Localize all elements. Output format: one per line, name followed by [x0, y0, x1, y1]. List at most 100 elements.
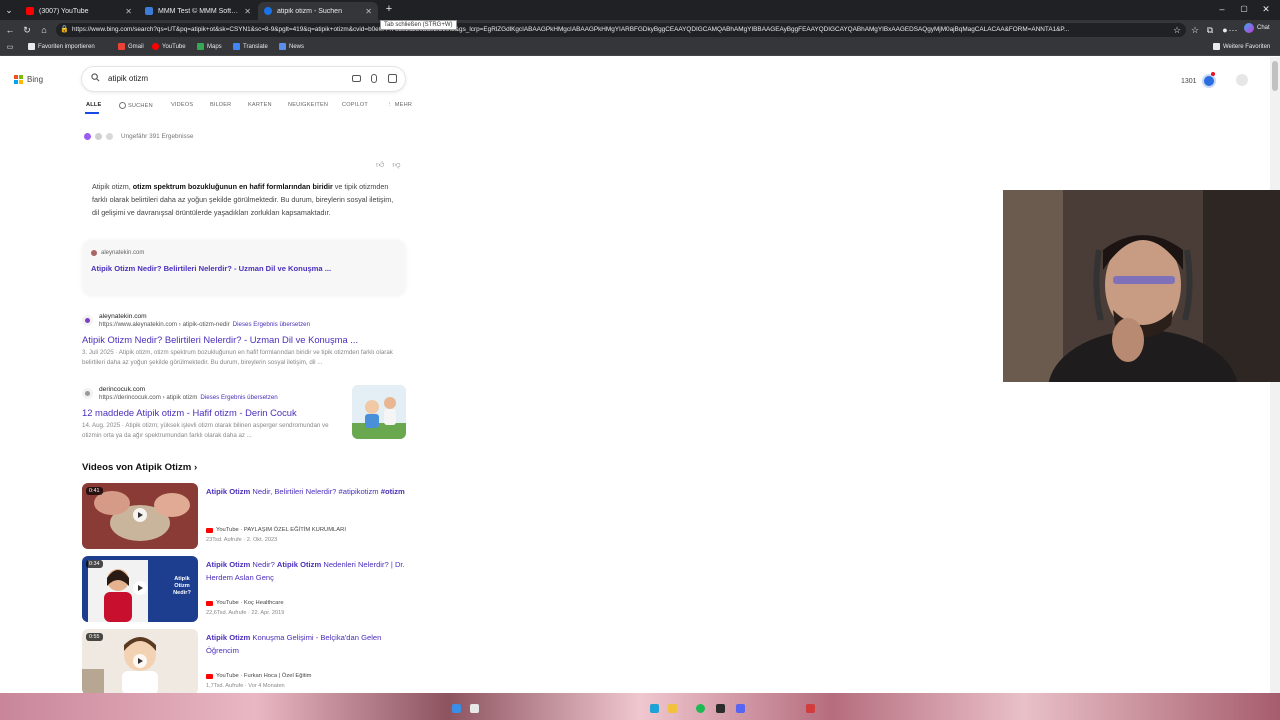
- result-source[interactable]: derincocuk.com https://derincocuk.com › …: [99, 385, 278, 402]
- video-thumbnail[interactable]: Atipik Otizm Nedir? 0:34: [82, 556, 198, 622]
- videos-heading-text: Videos von Atipik Otizm: [82, 462, 192, 473]
- bookmark-gmail[interactable]: Gmail: [118, 43, 144, 50]
- menu-icon[interactable]: ⋯: [1228, 24, 1238, 36]
- app-icon[interactable]: [736, 704, 745, 713]
- favorite-star-icon[interactable]: ☆: [1172, 24, 1182, 36]
- refresh-icon[interactable]: ↻: [22, 24, 32, 36]
- active-tab-indicator: [85, 112, 99, 114]
- video-stats: 22,6Tsd. Aufrufe · 22. Apr. 2019: [206, 610, 285, 616]
- nav-label: VIDEOS: [171, 102, 194, 108]
- notification-dot: [1211, 72, 1215, 76]
- keyboard-icon[interactable]: [352, 75, 361, 82]
- tab-videos[interactable]: VIDEOS: [171, 102, 193, 108]
- search-query[interactable]: atipik otizm: [108, 74, 148, 83]
- thumbs-up-icon[interactable]: 👍︎: [376, 160, 384, 170]
- microphone-icon[interactable]: [371, 74, 377, 83]
- bookmark-translate[interactable]: Translate: [233, 43, 268, 50]
- video-result[interactable]: 0:41 Atipik Otizm Nedir, Belirtileri Nel…: [82, 483, 412, 549]
- tab-actions-icon[interactable]: ⌄: [4, 4, 14, 16]
- close-icon[interactable]: ✕: [365, 7, 372, 16]
- spotify-icon[interactable]: [696, 704, 705, 713]
- thumbs-down-icon[interactable]: 👎︎: [392, 160, 400, 170]
- maximize-icon[interactable]: ▢: [1238, 3, 1250, 15]
- close-icon[interactable]: ✕: [244, 7, 251, 16]
- explorer-icon[interactable]: [668, 704, 677, 713]
- tab-mmm-test[interactable]: MMM Test © MMM Software 202… ✕: [139, 2, 257, 20]
- result-thumbnail[interactable]: [352, 385, 406, 439]
- tab-news[interactable]: NEUIGKEITEN: [288, 102, 328, 108]
- bookmark-import[interactable]: Favoriten importieren: [28, 43, 95, 50]
- result-count: Ungefähr 391 Ergebnisse: [121, 133, 194, 140]
- title-highlight: Atipik Otizm: [206, 487, 251, 496]
- video-result[interactable]: Atipik Otizm Nedir? 0:34 Atipik Otizm Ne…: [82, 556, 412, 622]
- copilot-chat-button[interactable]: Chat: [1244, 23, 1270, 33]
- result-url: https://www.aleynatekin.com › atipik-oti…: [99, 321, 230, 328]
- bookmark-youtube[interactable]: YouTube: [152, 43, 186, 50]
- tab-bing-search[interactable]: atipik otizm - Suchen ✕: [258, 2, 378, 20]
- window-close-icon[interactable]: ✕: [1260, 3, 1272, 15]
- video-thumbnail[interactable]: 0:55: [82, 629, 198, 693]
- tab-all[interactable]: ALLE: [86, 102, 101, 108]
- favorites-icon[interactable]: ☆: [1190, 24, 1200, 36]
- bookmark-news[interactable]: News: [279, 43, 304, 50]
- result-title-link[interactable]: Atipik Otizm Nedir? Belirtileri Nelerdir…: [82, 334, 406, 345]
- channel-text: YouTube · Koç Healthcare: [216, 600, 284, 606]
- result-source[interactable]: aleynatekin.com https://www.aleynatekin.…: [99, 312, 310, 329]
- app-icon[interactable]: [716, 704, 725, 713]
- tab-copilot[interactable]: COPILOT: [342, 102, 368, 108]
- youtube-icon: [152, 43, 159, 50]
- bing-logo[interactable]: Bing: [14, 75, 43, 84]
- close-icon[interactable]: ✕: [125, 7, 132, 16]
- source-link[interactable]: Atipik Otizm Nedir? Belirtileri Nelerdir…: [91, 264, 331, 273]
- app-icon[interactable]: [806, 704, 815, 713]
- other-favorites[interactable]: Weitere Favoriten: [1213, 43, 1270, 50]
- video-thumbnail[interactable]: 0:41: [82, 483, 198, 549]
- ai-answer-source-card[interactable]: aleynatekin.com Atipik Otizm Nedir? Beli…: [83, 240, 405, 294]
- taskbar: [0, 693, 1280, 720]
- lock-icon[interactable]: 🔒: [60, 24, 69, 36]
- rewards-button[interactable]: 1301: [1181, 72, 1216, 88]
- result-title-link[interactable]: 12 maddede Atipik otizm - Hafif otizm - …: [82, 407, 344, 418]
- video-channel: YouTube · Furkan Hoca | Özel Eğitim: [206, 673, 311, 679]
- video-channel: YouTube · Koç Healthcare: [206, 600, 284, 606]
- share-icon: [95, 133, 102, 140]
- play-icon[interactable]: [133, 508, 147, 522]
- play-icon[interactable]: [133, 581, 147, 595]
- sidebar-toggle-icon[interactable]: ▭: [5, 42, 15, 54]
- search-box[interactable]: atipik otizm: [82, 67, 405, 91]
- video-title-link[interactable]: Atipik Otizm Nedir, Belirtileri Nelerdir…: [206, 485, 406, 498]
- scrollbar-thumb[interactable]: [1272, 61, 1278, 91]
- extensions-icon[interactable]: ⧉: [1205, 24, 1215, 36]
- visual-search-icon[interactable]: [388, 74, 397, 83]
- more-icon: ⋮: [387, 102, 393, 108]
- new-tab-button[interactable]: +: [383, 3, 395, 15]
- video-result[interactable]: 0:55 Atipik Otizm Konuşma Gelişimi - Bel…: [82, 629, 412, 693]
- bookmark-maps[interactable]: Maps: [197, 43, 222, 50]
- channel-text: YouTube · PAYLAŞIM ÖZEL EĞİTİM KURUMLARI: [216, 527, 346, 533]
- avatar[interactable]: [1236, 74, 1248, 86]
- webcam-overlay: [1003, 190, 1280, 382]
- tab-images[interactable]: BILDER: [210, 102, 231, 108]
- search-icon[interactable]: [91, 73, 100, 82]
- title-highlight: Atipik Otizm: [206, 633, 251, 642]
- home-icon[interactable]: ⌂: [39, 24, 49, 36]
- edge-icon[interactable]: [650, 704, 659, 713]
- translate-link[interactable]: Dieses Ergebnis übersetzen: [233, 321, 310, 328]
- url-input[interactable]: https://www.bing.com/search?qs=UT&pq=ati…: [56, 23, 1186, 37]
- bookmark-label: Favoriten importieren: [38, 43, 95, 50]
- video-title-link[interactable]: Atipik Otizm Nedir? Atipik Otizm Nedenle…: [206, 558, 406, 584]
- search-icon[interactable]: [470, 704, 479, 713]
- tab-search[interactable]: SUCHEN: [119, 102, 153, 109]
- minimize-icon[interactable]: –: [1216, 3, 1228, 15]
- back-icon[interactable]: ←: [5, 24, 15, 36]
- tab-youtube[interactable]: (3007) YouTube ✕: [20, 2, 138, 20]
- videos-section-heading[interactable]: Videos von Atipik Otizm ›: [82, 462, 197, 473]
- play-icon[interactable]: [133, 654, 147, 668]
- webcam-image: [1003, 190, 1280, 382]
- copilot-icon: [84, 133, 91, 140]
- tab-more[interactable]: ⋮ MEHR: [387, 102, 412, 108]
- translate-link[interactable]: Dieses Ergebnis übersetzen: [200, 394, 277, 401]
- video-title-link[interactable]: Atipik Otizm Konuşma Gelişimi - Belçika'…: [206, 631, 406, 657]
- tab-maps[interactable]: KARTEN: [248, 102, 272, 108]
- start-icon[interactable]: [452, 704, 461, 713]
